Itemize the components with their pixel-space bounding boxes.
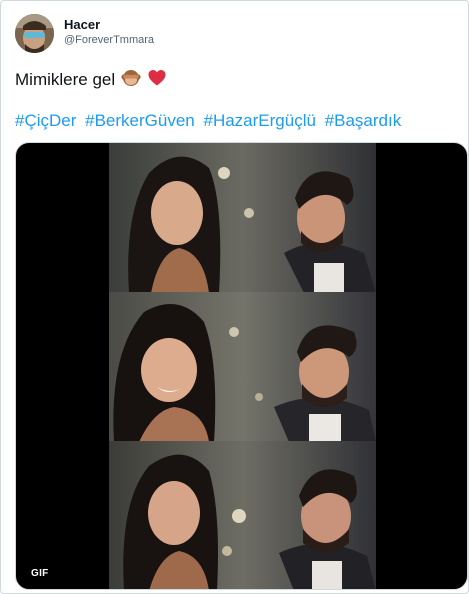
hashtag-link[interactable]: #Başardık <box>325 111 402 130</box>
hashtag-link[interactable]: #ÇiçDer <box>15 111 76 130</box>
gif-media[interactable]: GIF <box>15 142 468 590</box>
author-name[interactable]: Hacer <box>64 17 100 32</box>
gif-frame <box>109 143 376 293</box>
gif-frames <box>109 143 376 589</box>
gif-badge: GIF <box>26 566 54 581</box>
gif-frame <box>109 292 376 442</box>
gif-frame <box>109 441 376 589</box>
see-no-evil-monkey-emoji-icon <box>121 68 141 93</box>
hashtag-link[interactable]: #BerkerGüven <box>85 111 195 130</box>
hashtag-link[interactable]: #HazarErgüçlü <box>204 111 316 130</box>
tweet-card[interactable]: Hacer @ForeverTmmara Mimiklere gel #ÇiçD… <box>0 0 469 594</box>
red-heart-emoji-icon <box>147 68 167 93</box>
tweet-text: Mimiklere gel <box>15 68 167 93</box>
tweet-text-content: Mimiklere gel <box>15 70 116 89</box>
avatar[interactable] <box>15 14 54 53</box>
author-handle[interactable]: @ForeverTmmara <box>64 34 154 46</box>
hashtag-list: #ÇiçDer #BerkerGüven #HazarErgüçlü #Başa… <box>15 111 405 131</box>
